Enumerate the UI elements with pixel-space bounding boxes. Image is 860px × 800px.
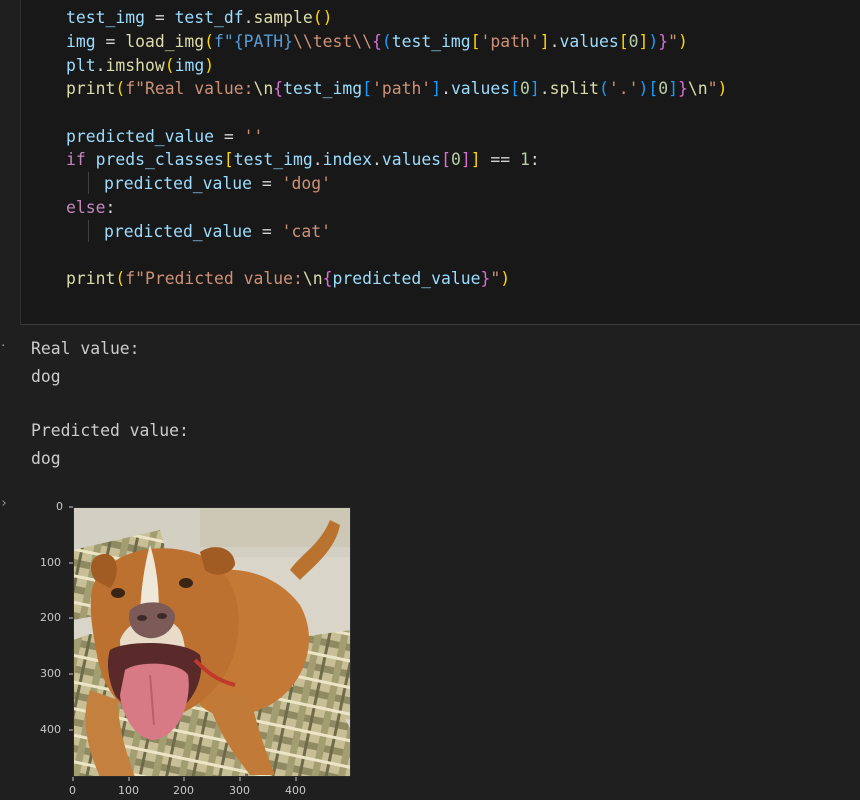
output-line: dog [31,367,61,386]
code-line-10: print(f"Predicted value:\n{predicted_val… [66,269,511,288]
output-line: Real value: [31,339,140,358]
indent-guide [88,220,89,242]
code-line-9: predicted_value = 'cat' [104,222,331,241]
x-tick-label: 400 [285,784,306,797]
output-line: Predicted value: [31,421,189,440]
x-tick-label: 0 [69,784,76,797]
code-line-8: else: [66,198,116,217]
code-cell[interactable]: test_img = test_df.sample() img = load_i… [20,0,860,325]
indent-guide [88,172,89,194]
x-tick-label: 100 [118,784,139,797]
x-tick-label: 200 [173,784,194,797]
x-tick-label: 300 [229,784,250,797]
code-line-1: test_img = test_df.sample() [66,8,333,27]
code-line-7: predicted_value = 'dog' [104,174,331,193]
image-plot: 0 100 200 300 400 0 100 200 300 400 [0,490,420,800]
dog-photo [73,507,351,777]
code-line-2: img = load_img(f"{PATH}\\test\\{(test_im… [66,32,688,51]
code-line-3: plt.imshow(img) [66,56,215,75]
output-collapse-marker[interactable]: · [0,340,7,352]
plot-axes [69,506,351,781]
code-line-4: print(f"Real value:\n{test_img['path'].v… [66,79,728,98]
code-line-5: predicted_value = '' [66,127,264,146]
code-line-6: if preds_classes[test_img.index.values[0… [66,150,540,169]
output-line: dog [31,449,61,468]
